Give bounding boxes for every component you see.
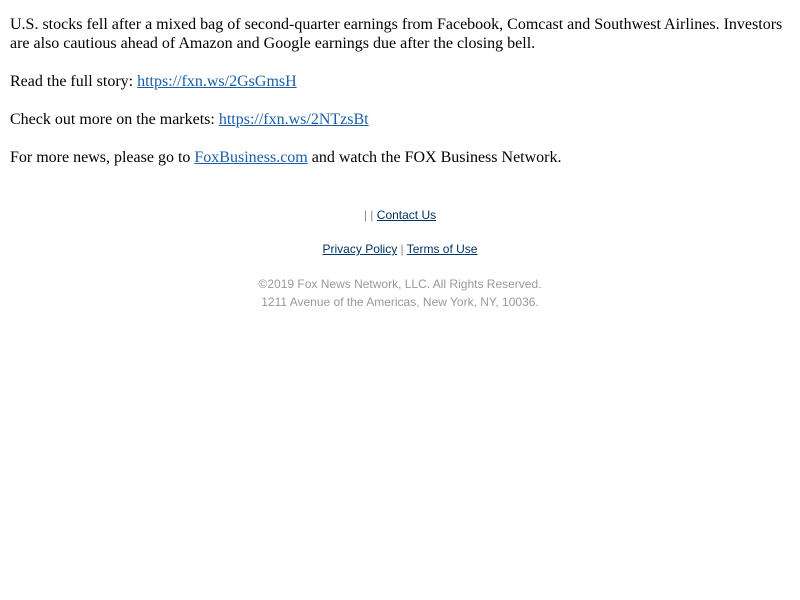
markets-line: Check out more on the markets: https://f… bbox=[10, 110, 790, 129]
markets-link[interactable]: https://fxn.ws/2NTzsBt bbox=[219, 111, 369, 128]
footer-policy-row: Privacy Policy | Terms of Use bbox=[0, 241, 800, 257]
full-story-line: Read the full story: https://fxn.ws/2GsG… bbox=[10, 72, 790, 91]
contact-us-link[interactable]: Contact Us bbox=[377, 208, 436, 222]
copyright-text: ©2019 Fox News Network, LLC. All Rights … bbox=[258, 277, 542, 291]
more-news-suffix: and watch the FOX Business Network. bbox=[307, 149, 562, 166]
email-body: U.S. stocks fell after a mixed bag of se… bbox=[0, 0, 800, 167]
summary-paragraph: U.S. stocks fell after a mixed bag of se… bbox=[10, 16, 783, 52]
more-news-prefix: For more news, please go to bbox=[10, 149, 195, 166]
privacy-policy-link[interactable]: Privacy Policy bbox=[323, 242, 398, 256]
terms-of-use-link[interactable]: Terms of Use bbox=[407, 242, 478, 256]
address-text: 1211 Avenue of the Americas, New York, N… bbox=[261, 295, 539, 309]
markets-prefix: Check out more on the markets: bbox=[10, 111, 219, 128]
footer-separator: | | bbox=[363, 208, 374, 222]
more-news-line: For more news, please go to FoxBusiness.… bbox=[10, 148, 790, 167]
footer-contact-row: | | Contact Us bbox=[0, 207, 800, 223]
full-story-link[interactable]: https://fxn.ws/2GsGmsH bbox=[137, 73, 297, 90]
footer-legal: ©2019 Fox News Network, LLC. All Rights … bbox=[0, 275, 800, 311]
foxbusiness-link[interactable]: FoxBusiness.com bbox=[194, 149, 307, 166]
full-story-prefix: Read the full story: bbox=[10, 73, 138, 90]
footer-links-separator: | bbox=[400, 242, 404, 256]
email-footer: | | Contact Us Privacy Policy | Terms of… bbox=[0, 207, 800, 311]
